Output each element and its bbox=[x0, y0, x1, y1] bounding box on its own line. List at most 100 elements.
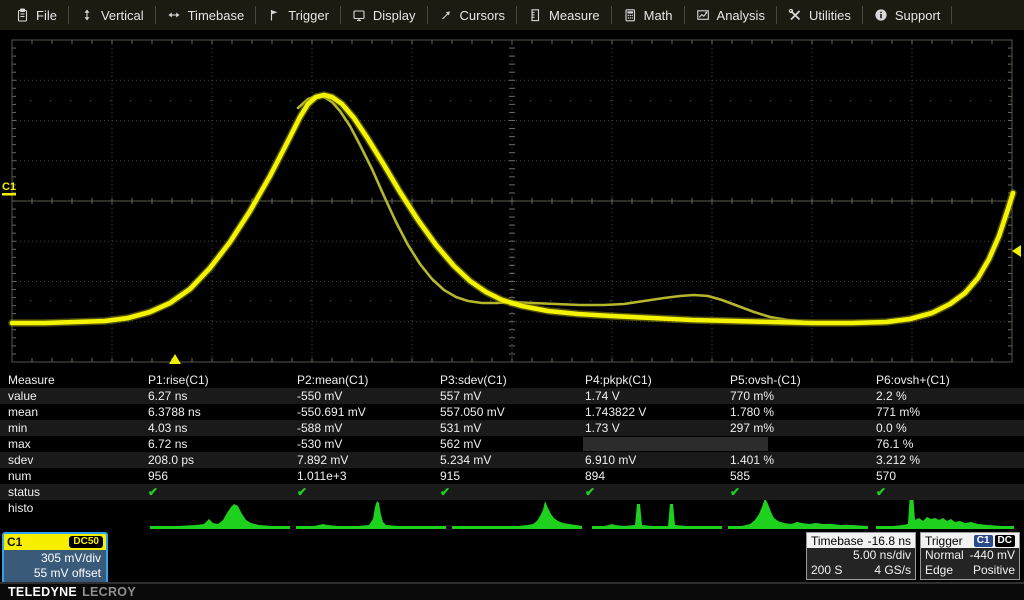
menu-item-label: Math bbox=[644, 8, 673, 23]
measure-cell: 7.892 mV bbox=[297, 452, 348, 468]
measure-cell: P2:mean(C1) bbox=[297, 372, 368, 388]
status-bar: TELEDYNE LECROY bbox=[0, 582, 1024, 600]
histogram-shape bbox=[296, 501, 446, 529]
menu-item-utilities[interactable]: Utilities bbox=[779, 0, 860, 30]
waveform-trace-ghost bbox=[298, 96, 806, 322]
menu-item-support[interactable]: Support bbox=[865, 0, 950, 30]
measure-cell: 5.234 mV bbox=[440, 452, 491, 468]
row-label: value bbox=[8, 388, 37, 404]
grid-dot bbox=[330, 300, 331, 301]
menu-item-display[interactable]: Display bbox=[343, 0, 425, 30]
grid-dot bbox=[510, 100, 511, 101]
measure-cell: -550 mV bbox=[297, 388, 342, 404]
grid-dot bbox=[970, 300, 971, 301]
vertical-arrows-icon bbox=[80, 8, 94, 22]
measure-cell: 770 m% bbox=[730, 388, 774, 404]
status-check-icon: ✔ bbox=[730, 484, 740, 500]
menu-item-cursors[interactable]: Cursors bbox=[430, 0, 515, 30]
status-check-icon: ✔ bbox=[148, 484, 158, 500]
measure-table-header: MeasureP1:rise(C1)P2:mean(C1)P3:sdev(C1)… bbox=[0, 372, 1024, 388]
grid-dot bbox=[450, 100, 451, 101]
grid-dot bbox=[310, 300, 311, 301]
trigger-time-marker[interactable] bbox=[169, 354, 181, 364]
grid-dot bbox=[170, 100, 171, 101]
measure-cell: 531 mV bbox=[440, 420, 481, 436]
measure-table: MeasureP1:rise(C1)P2:mean(C1)P3:sdev(C1)… bbox=[0, 372, 1024, 532]
calculator-icon bbox=[623, 8, 637, 22]
histogram-shape bbox=[150, 504, 290, 529]
grid-dot bbox=[90, 100, 91, 101]
menu-item-timebase[interactable]: Timebase bbox=[158, 0, 254, 30]
grid-dot bbox=[390, 300, 391, 301]
menu-item-measure[interactable]: Measure bbox=[519, 0, 609, 30]
analysis-chart-icon bbox=[696, 8, 710, 22]
grid-dot bbox=[570, 100, 571, 101]
measure-cell: 1.011e+3 bbox=[297, 468, 347, 484]
menu-item-analysis[interactable]: Analysis bbox=[687, 0, 774, 30]
grid-dot bbox=[130, 300, 131, 301]
measure-cell: 557 mV bbox=[440, 388, 481, 404]
grid-dot bbox=[70, 100, 71, 101]
menu-item-vertical[interactable]: Vertical bbox=[71, 0, 153, 30]
measure-row-sdev[interactable]: sdev208.0 ps7.892 mV5.234 mV6.910 mV1.40… bbox=[0, 452, 1024, 468]
measure-cell: 585 bbox=[730, 468, 750, 484]
grid-dot bbox=[910, 100, 911, 101]
measure-row-max[interactable]: max6.72 ns-530 mV562 mV76.1 % bbox=[0, 436, 1024, 452]
timebase-scale: 5.00 ns/div bbox=[853, 548, 911, 563]
grid-dot bbox=[270, 300, 271, 301]
grid-dot bbox=[50, 100, 51, 101]
grid-dot bbox=[410, 100, 411, 101]
waveform-display[interactable]: C1 bbox=[0, 32, 1024, 372]
measure-cell: 6.3788 ns bbox=[148, 404, 201, 420]
waveform-grid[interactable]: C1 bbox=[0, 32, 1024, 372]
trigger-level-marker[interactable] bbox=[1012, 245, 1021, 257]
row-label: min bbox=[8, 420, 27, 436]
trigger-level: -440 mV bbox=[970, 548, 1015, 563]
menu-item-label: Support bbox=[895, 8, 941, 23]
grid-dot bbox=[790, 300, 791, 301]
measure-cell: 570 bbox=[876, 468, 896, 484]
status-check-icon: ✔ bbox=[440, 484, 450, 500]
measure-cell: 4.03 ns bbox=[148, 420, 187, 436]
grid-dot bbox=[530, 100, 531, 101]
status-check-icon: ✔ bbox=[876, 484, 886, 500]
measure-row-status[interactable]: status✔✔✔✔✔✔ bbox=[0, 484, 1024, 500]
menu-divider bbox=[68, 6, 69, 24]
status-check-icon: ✔ bbox=[585, 484, 595, 500]
measure-row-num[interactable]: num9561.011e+3915894585570 bbox=[0, 468, 1024, 484]
channel-c1-descriptor[interactable]: C1 DC50 305 mV/div 55 mV offset bbox=[2, 532, 108, 584]
trigger-coupling-badge: DC bbox=[995, 535, 1015, 547]
measure-cell: 956 bbox=[148, 468, 168, 484]
grid-dot bbox=[770, 300, 771, 301]
menu-item-math[interactable]: Math bbox=[614, 0, 682, 30]
menu-item-file[interactable]: File bbox=[6, 0, 66, 30]
grid-dot bbox=[490, 100, 491, 101]
grid-dot bbox=[890, 300, 891, 301]
grid-dot bbox=[690, 100, 691, 101]
trigger-descriptor[interactable]: Trigger C1 DC Normal -440 mV Edge Positi… bbox=[920, 532, 1020, 580]
measure-row-min[interactable]: min4.03 ns-588 mV531 mV1.73 V297 m%0.0 % bbox=[0, 420, 1024, 436]
menu-item-label: Utilities bbox=[809, 8, 851, 23]
timebase-descriptor[interactable]: Timebase -16.8 ns 5.00 ns/div 200 S 4 GS… bbox=[806, 532, 916, 580]
grid-dot bbox=[290, 100, 291, 101]
grid-dot bbox=[550, 300, 551, 301]
measure-cell: -588 mV bbox=[297, 420, 342, 436]
measure-row-value[interactable]: value6.27 ns-550 mV557 mV1.74 V770 m%2.2… bbox=[0, 388, 1024, 404]
grid-dot bbox=[210, 100, 211, 101]
grid-dot bbox=[430, 100, 431, 101]
grid-dot bbox=[870, 300, 871, 301]
grid-dot bbox=[290, 300, 291, 301]
menu-item-trigger[interactable]: Trigger bbox=[258, 0, 338, 30]
menu-item-label: File bbox=[36, 8, 57, 23]
grid-dot bbox=[990, 100, 991, 101]
measure-cell: 1.73 V bbox=[585, 420, 620, 436]
grid-dot bbox=[630, 300, 631, 301]
grid-dot bbox=[130, 100, 131, 101]
grid-dot bbox=[250, 100, 251, 101]
grid-dot bbox=[450, 300, 451, 301]
menu-divider bbox=[427, 6, 428, 24]
menu-item-label: Analysis bbox=[717, 8, 765, 23]
measure-row-mean[interactable]: mean6.3788 ns-550.691 mV557.050 mV1.7438… bbox=[0, 404, 1024, 420]
grid-dot bbox=[890, 100, 891, 101]
grid-dot bbox=[150, 100, 151, 101]
